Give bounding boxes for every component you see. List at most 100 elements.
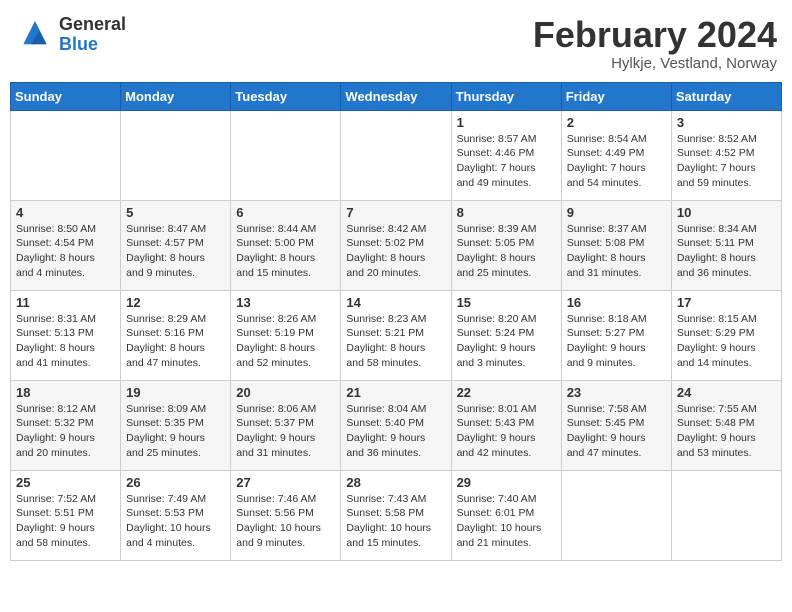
weekday-header: Wednesday xyxy=(341,82,451,110)
day-number: 25 xyxy=(16,475,115,490)
calendar-cell: 18 Sunrise: 8:12 AMSunset: 5:32 PMDayligh… xyxy=(11,380,121,470)
calendar-cell: 16 Sunrise: 8:18 AMSunset: 5:27 PMDayligh… xyxy=(561,290,671,380)
page-header: General Blue February 2024 Hylkje, Vestl… xyxy=(10,10,782,72)
day-number: 2 xyxy=(567,115,666,130)
calendar-cell: 22 Sunrise: 8:01 AMSunset: 5:43 PMDayligh… xyxy=(451,380,561,470)
day-info: Sunrise: 8:37 AMSunset: 5:08 PMDaylight:… xyxy=(567,222,666,281)
day-number: 5 xyxy=(126,205,225,220)
day-number: 23 xyxy=(567,385,666,400)
day-number: 8 xyxy=(457,205,556,220)
calendar-cell: 3 Sunrise: 8:52 AMSunset: 4:52 PMDaylight… xyxy=(671,110,781,200)
title-section: February 2024 Hylkje, Vestland, Norway xyxy=(533,15,777,72)
calendar-cell: 12 Sunrise: 8:29 AMSunset: 5:16 PMDayligh… xyxy=(121,290,231,380)
weekday-header: Sunday xyxy=(11,82,121,110)
day-number: 19 xyxy=(126,385,225,400)
calendar-cell: 6 Sunrise: 8:44 AMSunset: 5:00 PMDaylight… xyxy=(231,200,341,290)
calendar-cell: 25 Sunrise: 7:52 AMSunset: 5:51 PMDayligh… xyxy=(11,470,121,560)
calendar-body: 1 Sunrise: 8:57 AMSunset: 4:46 PMDaylight… xyxy=(11,110,782,560)
day-info: Sunrise: 8:01 AMSunset: 5:43 PMDaylight:… xyxy=(457,402,556,461)
day-number: 15 xyxy=(457,295,556,310)
day-number: 6 xyxy=(236,205,335,220)
day-number: 3 xyxy=(677,115,776,130)
weekday-header: Thursday xyxy=(451,82,561,110)
day-info: Sunrise: 8:29 AMSunset: 5:16 PMDaylight:… xyxy=(126,312,225,371)
calendar-cell: 29Sunrise: 7:40 AMSunset: 6:01 PMDayligh… xyxy=(451,470,561,560)
day-info: Sunrise: 7:46 AMSunset: 5:56 PMDaylight:… xyxy=(236,492,335,551)
day-info: Sunrise: 8:39 AMSunset: 5:05 PMDaylight:… xyxy=(457,222,556,281)
calendar-cell: 21 Sunrise: 8:04 AMSunset: 5:40 PMDayligh… xyxy=(341,380,451,470)
day-number: 1 xyxy=(457,115,556,130)
day-number: 13 xyxy=(236,295,335,310)
day-number: 14 xyxy=(346,295,445,310)
day-number: 17 xyxy=(677,295,776,310)
weekday-header: Tuesday xyxy=(231,82,341,110)
day-info: Sunrise: 7:55 AMSunset: 5:48 PMDaylight:… xyxy=(677,402,776,461)
day-number: 10 xyxy=(677,205,776,220)
day-info: Sunrise: 8:20 AMSunset: 5:24 PMDaylight:… xyxy=(457,312,556,371)
weekday-header: Friday xyxy=(561,82,671,110)
calendar-cell: 8 Sunrise: 8:39 AMSunset: 5:05 PMDaylight… xyxy=(451,200,561,290)
day-info: Sunrise: 8:15 AMSunset: 5:29 PMDaylight:… xyxy=(677,312,776,371)
calendar-cell: 4 Sunrise: 8:50 AMSunset: 4:54 PMDaylight… xyxy=(11,200,121,290)
calendar-cell: 28 Sunrise: 7:43 AMSunset: 5:58 PMDayligh… xyxy=(341,470,451,560)
day-info: Sunrise: 8:52 AMSunset: 4:52 PMDaylight:… xyxy=(677,132,776,191)
weekday-header: Saturday xyxy=(671,82,781,110)
day-info: Sunrise: 7:58 AMSunset: 5:45 PMDaylight:… xyxy=(567,402,666,461)
day-info: Sunrise: 8:04 AMSunset: 5:40 PMDaylight:… xyxy=(346,402,445,461)
day-info: Sunrise: 8:57 AMSunset: 4:46 PMDaylight:… xyxy=(457,132,556,191)
day-number: 16 xyxy=(567,295,666,310)
calendar-cell: 19Sunrise: 8:09 AMSunset: 5:35 PMDayligh… xyxy=(121,380,231,470)
calendar-cell: 15 Sunrise: 8:20 AMSunset: 5:24 PMDayligh… xyxy=(451,290,561,380)
day-info: Sunrise: 7:40 AMSunset: 6:01 PMDaylight:… xyxy=(457,492,556,551)
day-info: Sunrise: 8:54 AMSunset: 4:49 PMDaylight:… xyxy=(567,132,666,191)
day-info: Sunrise: 7:52 AMSunset: 5:51 PMDaylight:… xyxy=(16,492,115,551)
calendar-week-row: 25 Sunrise: 7:52 AMSunset: 5:51 PMDayligh… xyxy=(11,470,782,560)
calendar-header: SundayMondayTuesdayWednesdayThursdayFrid… xyxy=(11,82,782,110)
calendar-table: SundayMondayTuesdayWednesdayThursdayFrid… xyxy=(10,82,782,561)
day-info: Sunrise: 8:12 AMSunset: 5:32 PMDaylight:… xyxy=(16,402,115,461)
calendar-cell: 27 Sunrise: 7:46 AMSunset: 5:56 PMDayligh… xyxy=(231,470,341,560)
day-number: 12 xyxy=(126,295,225,310)
day-info: Sunrise: 8:42 AMSunset: 5:02 PMDaylight:… xyxy=(346,222,445,281)
day-info: Sunrise: 8:26 AMSunset: 5:19 PMDaylight:… xyxy=(236,312,335,371)
calendar-cell: 24 Sunrise: 7:55 AMSunset: 5:48 PMDayligh… xyxy=(671,380,781,470)
calendar-cell xyxy=(231,110,341,200)
calendar-cell: 11Sunrise: 8:31 AMSunset: 5:13 PMDayligh… xyxy=(11,290,121,380)
calendar-cell: 14 Sunrise: 8:23 AMSunset: 5:21 PMDayligh… xyxy=(341,290,451,380)
day-number: 21 xyxy=(346,385,445,400)
calendar-cell: 5Sunrise: 8:47 AMSunset: 4:57 PMDaylight… xyxy=(121,200,231,290)
calendar-cell: 13 Sunrise: 8:26 AMSunset: 5:19 PMDayligh… xyxy=(231,290,341,380)
day-info: Sunrise: 8:34 AMSunset: 5:11 PMDaylight:… xyxy=(677,222,776,281)
day-info: Sunrise: 8:44 AMSunset: 5:00 PMDaylight:… xyxy=(236,222,335,281)
calendar-cell xyxy=(11,110,121,200)
day-number: 24 xyxy=(677,385,776,400)
logo-blue-text: Blue xyxy=(59,35,126,55)
day-info: Sunrise: 8:23 AMSunset: 5:21 PMDaylight:… xyxy=(346,312,445,371)
day-number: 11 xyxy=(16,295,115,310)
day-info: Sunrise: 8:50 AMSunset: 4:54 PMDaylight:… xyxy=(16,222,115,281)
day-number: 4 xyxy=(16,205,115,220)
calendar-cell: 26Sunrise: 7:49 AMSunset: 5:53 PMDayligh… xyxy=(121,470,231,560)
calendar-cell: 2 Sunrise: 8:54 AMSunset: 4:49 PMDaylight… xyxy=(561,110,671,200)
day-number: 27 xyxy=(236,475,335,490)
day-number: 22 xyxy=(457,385,556,400)
day-info: Sunrise: 8:06 AMSunset: 5:37 PMDaylight:… xyxy=(236,402,335,461)
calendar-cell: 1 Sunrise: 8:57 AMSunset: 4:46 PMDaylight… xyxy=(451,110,561,200)
calendar-week-row: 1 Sunrise: 8:57 AMSunset: 4:46 PMDaylight… xyxy=(11,110,782,200)
calendar-cell xyxy=(671,470,781,560)
calendar-cell xyxy=(341,110,451,200)
calendar-cell: 7Sunrise: 8:42 AMSunset: 5:02 PMDaylight… xyxy=(341,200,451,290)
calendar-week-row: 11Sunrise: 8:31 AMSunset: 5:13 PMDayligh… xyxy=(11,290,782,380)
day-number: 18 xyxy=(16,385,115,400)
day-info: Sunrise: 8:18 AMSunset: 5:27 PMDaylight:… xyxy=(567,312,666,371)
day-info: Sunrise: 7:43 AMSunset: 5:58 PMDaylight:… xyxy=(346,492,445,551)
calendar-title: February 2024 xyxy=(533,15,777,55)
calendar-cell: 20Sunrise: 8:06 AMSunset: 5:37 PMDayligh… xyxy=(231,380,341,470)
day-number: 26 xyxy=(126,475,225,490)
calendar-subtitle: Hylkje, Vestland, Norway xyxy=(533,55,777,72)
calendar-cell: 9Sunrise: 8:37 AMSunset: 5:08 PMDaylight… xyxy=(561,200,671,290)
logo-icon xyxy=(15,17,55,52)
day-number: 28 xyxy=(346,475,445,490)
logo-text: General Blue xyxy=(59,15,126,55)
weekday-header: Monday xyxy=(121,82,231,110)
